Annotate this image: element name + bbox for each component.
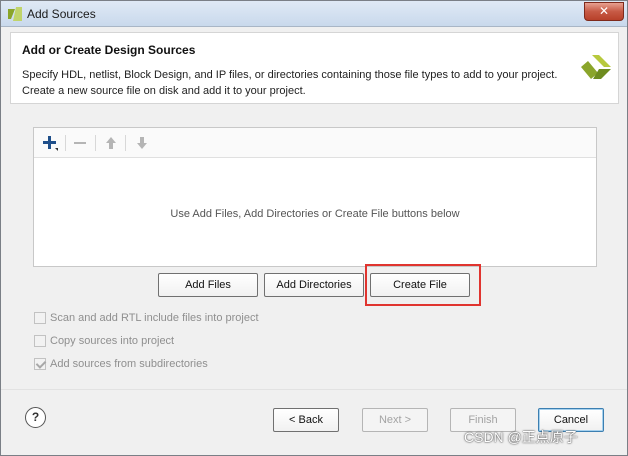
- description-line-2: Create a new source file on disk and add…: [22, 85, 306, 97]
- add-subdirs-label: Add sources from subdirectories: [50, 358, 208, 370]
- scan-rtl-label: Scan and add RTL include files into proj…: [50, 312, 259, 324]
- sources-toolbar: [34, 128, 596, 158]
- scan-rtl-checkbox[interactable]: [34, 312, 46, 324]
- vivado-logo-icon: [8, 7, 22, 21]
- add-subdirs-option[interactable]: Add sources from subdirectories: [34, 356, 208, 372]
- copy-sources-option[interactable]: Copy sources into project: [34, 333, 174, 349]
- next-button[interactable]: Next >: [362, 408, 428, 432]
- back-button[interactable]: < Back: [273, 408, 339, 432]
- window-title: Add Sources: [27, 7, 96, 21]
- close-button[interactable]: ✕: [584, 2, 624, 21]
- add-icon[interactable]: [41, 134, 59, 152]
- add-directories-button[interactable]: Add Directories: [264, 273, 364, 297]
- add-subdirs-checkbox[interactable]: [34, 358, 46, 370]
- scan-rtl-option[interactable]: Scan and add RTL include files into proj…: [34, 310, 259, 326]
- page-title: Add or Create Design Sources: [22, 43, 196, 57]
- page-description: Specify HDL, netlist, Block Design, and …: [22, 67, 562, 99]
- toolbar-separator: [95, 135, 96, 151]
- move-up-icon[interactable]: [102, 134, 120, 152]
- footer-divider: [1, 389, 627, 390]
- csdn-watermark: CSDN @正点原子: [464, 429, 578, 445]
- add-sources-dialog: Add Sources ✕ Add or Create Design Sourc…: [0, 0, 628, 456]
- copy-sources-checkbox[interactable]: [34, 335, 46, 347]
- copy-sources-label: Copy sources into project: [50, 335, 175, 347]
- move-down-icon[interactable]: [133, 134, 151, 152]
- xilinx-logo-icon: [581, 55, 611, 79]
- toolbar-separator: [65, 135, 66, 151]
- sources-list-panel[interactable]: Use Add Files, Add Directories or Create…: [33, 127, 597, 267]
- title-bar: Add Sources ✕: [1, 1, 627, 27]
- toolbar-separator: [125, 135, 126, 151]
- header-section: Add or Create Design Sources Specify HDL…: [10, 32, 619, 104]
- description-line-1: Specify HDL, netlist, Block Design, and …: [22, 69, 558, 81]
- remove-icon[interactable]: [71, 134, 89, 152]
- help-button[interactable]: ?: [25, 407, 46, 428]
- add-files-button[interactable]: Add Files: [158, 273, 258, 297]
- create-file-highlight: [365, 264, 481, 306]
- empty-list-message: Use Add Files, Add Directories or Create…: [170, 208, 460, 220]
